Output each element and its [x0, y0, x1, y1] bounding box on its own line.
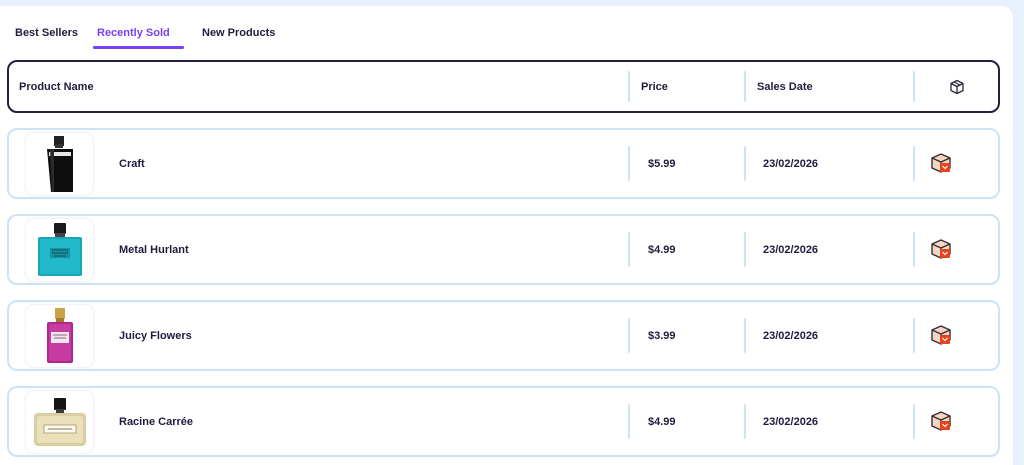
header-sales-date: Sales Date: [757, 80, 813, 93]
sales-date: 23/02/2026: [763, 243, 819, 256]
product-name: Racine Carrée: [119, 415, 193, 428]
active-tab-indicator: [93, 46, 184, 49]
product-image-gold-perfume-bottle: [26, 391, 93, 453]
product-name: Juicy Flowers: [119, 329, 192, 342]
header-price: Price: [641, 80, 668, 93]
package-icon[interactable]: [929, 237, 953, 261]
column-divider: [744, 232, 746, 267]
table-header: Product Name Price Sales Date: [7, 60, 1000, 113]
product-price: $5.99: [648, 157, 676, 170]
column-divider: [913, 404, 915, 439]
sales-date: 23/02/2026: [763, 329, 819, 342]
product-image-teal-perfume-bottle: [26, 219, 93, 281]
column-divider: [744, 71, 746, 102]
column-divider: [628, 232, 630, 267]
package-icon[interactable]: [929, 151, 953, 175]
tab-best-sellers[interactable]: Best Sellers: [15, 27, 78, 47]
column-divider: [628, 146, 630, 181]
table-row[interactable]: Metal Hurlant $4.99 23/02/2026: [7, 214, 1000, 285]
box-icon: [949, 79, 965, 95]
table-row[interactable]: Racine Carrée $4.99 23/02/2026: [7, 386, 1000, 457]
column-divider: [744, 404, 746, 439]
package-icon[interactable]: [929, 323, 953, 347]
column-divider: [628, 71, 630, 102]
tab-new-products[interactable]: New Products: [202, 27, 275, 47]
column-divider: [913, 146, 915, 181]
table-row[interactable]: Juicy Flowers $3.99 23/02/2026: [7, 300, 1000, 371]
product-image-pink-perfume-bottle: [26, 305, 93, 367]
product-price: $3.99: [648, 329, 676, 342]
tab-recently-sold[interactable]: Recently Sold: [97, 27, 170, 47]
column-divider: [744, 318, 746, 353]
column-divider: [913, 232, 915, 267]
product-price: $4.99: [648, 415, 676, 428]
table-row[interactable]: Craft $5.99 23/02/2026: [7, 128, 1000, 199]
product-name: Craft: [119, 157, 145, 170]
package-icon[interactable]: [929, 409, 953, 433]
column-divider: [628, 318, 630, 353]
column-divider: [913, 318, 915, 353]
sales-date: 23/02/2026: [763, 157, 819, 170]
product-name: Metal Hurlant: [119, 243, 189, 256]
column-divider: [744, 146, 746, 181]
product-image-black-perfume-bottle: [26, 133, 93, 195]
sales-date: 23/02/2026: [763, 415, 819, 428]
product-price: $4.99: [648, 243, 676, 256]
column-divider: [628, 404, 630, 439]
column-divider: [913, 71, 915, 102]
header-product-name: Product Name: [19, 80, 94, 93]
